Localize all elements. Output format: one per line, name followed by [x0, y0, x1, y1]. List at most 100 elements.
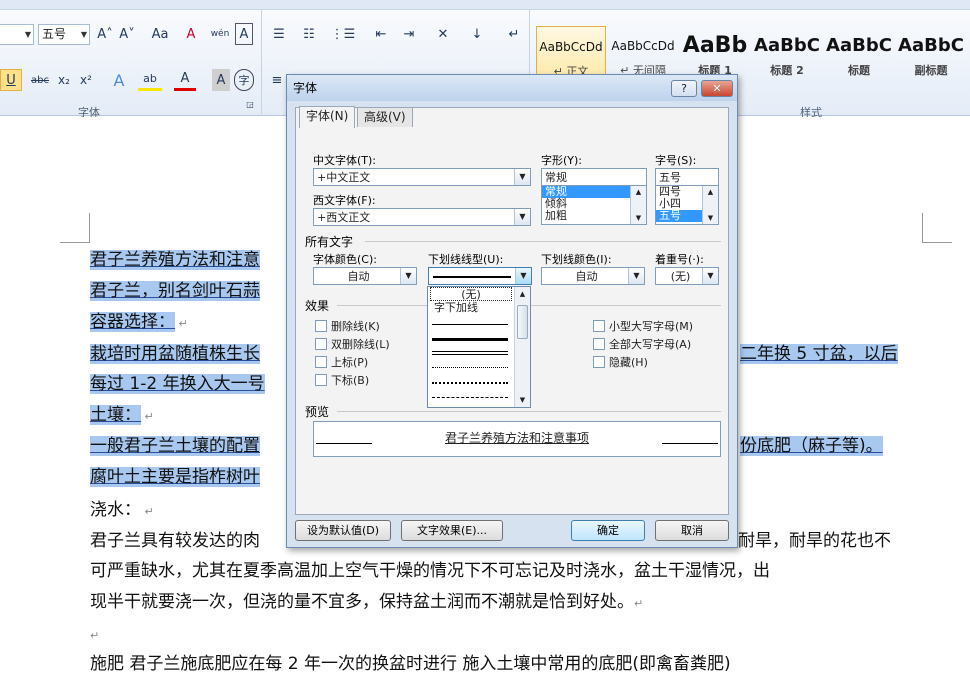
- underline-option-dotted[interactable]: [432, 367, 508, 368]
- underline-option-single[interactable]: [432, 324, 508, 325]
- enclose-char-button[interactable]: 字: [234, 69, 254, 91]
- help-button[interactable]: ?: [671, 80, 697, 97]
- chevron-down-icon[interactable]: ▼: [514, 169, 530, 185]
- chevron-down-icon[interactable]: ▼: [628, 268, 644, 284]
- chevron-down-icon[interactable]: ▼: [515, 268, 531, 284]
- sort-icon[interactable]: ↓: [466, 23, 488, 45]
- scrollbar[interactable]: ▲ ▼: [630, 186, 646, 224]
- scrollbar[interactable]: ▲ ▼: [702, 186, 718, 224]
- text-effect-button[interactable]: A: [108, 69, 130, 91]
- checkbox-label: 隐藏(H): [609, 356, 648, 369]
- increase-indent-icon[interactable]: ⇥: [398, 23, 420, 45]
- char-border-button[interactable]: A: [235, 23, 253, 45]
- font-size-input[interactable]: 五号: [655, 168, 719, 186]
- underline-type-dropdown[interactable]: (无) 字下加线 ▲ ▼: [427, 286, 531, 408]
- highlight-button[interactable]: ab: [138, 69, 162, 91]
- doc-line: 一般君子兰土壤的配置: [90, 436, 260, 456]
- subscript-button[interactable]: x₂: [54, 69, 74, 91]
- underline-option-thick[interactable]: [432, 338, 508, 341]
- doc-line: 栽培时用盆随植株生长: [90, 344, 260, 364]
- preview-text: 君子兰养殖方法和注意事项: [444, 431, 589, 445]
- underline-color-combo[interactable]: 自动 ▼: [541, 267, 645, 285]
- style-title[interactable]: AaBbC 标题: [824, 26, 894, 82]
- show-marks-icon[interactable]: ↵: [504, 23, 524, 45]
- style-subtitle[interactable]: AaBbC 副标题: [896, 26, 966, 82]
- font-size-combo[interactable]: 五号 ▼: [38, 24, 90, 45]
- scroll-down-icon[interactable]: ▼: [515, 393, 530, 407]
- checkbox-box[interactable]: [315, 338, 327, 350]
- double-strikethrough-checkbox[interactable]: 双删除线(L): [315, 336, 390, 352]
- font-group: ▼ 五号 ▼ A˄ A˅ Aa A wén A U abc x₂ x² A ab …: [0, 10, 262, 119]
- underline-option-words[interactable]: 字下加线: [430, 301, 512, 315]
- all-caps-checkbox[interactable]: 全部大写字母(A): [593, 336, 691, 352]
- numbering-icon[interactable]: ☷: [298, 23, 320, 45]
- ok-button[interactable]: 确定: [571, 520, 645, 541]
- style-preview: AaBbCcDd: [539, 40, 603, 54]
- superscript-button[interactable]: x²: [76, 69, 96, 91]
- set-default-button[interactable]: 设为默认值(D): [295, 520, 391, 541]
- multilevel-list-icon[interactable]: ⋮☰: [330, 23, 356, 45]
- chinese-layout-icon[interactable]: ✕: [430, 23, 456, 45]
- margin-corner-mark: [922, 213, 952, 243]
- tab-advanced[interactable]: 高级(V): [357, 107, 413, 127]
- checkbox-box[interactable]: [593, 356, 605, 368]
- font-style-list[interactable]: 常规 倾斜 加粗 ▲ ▼: [541, 185, 647, 225]
- small-caps-checkbox[interactable]: 小型大写字母(M): [593, 318, 693, 334]
- checkbox-box[interactable]: [315, 374, 327, 386]
- margin-corner-mark: [60, 213, 90, 243]
- scrollbar-thumb[interactable]: [517, 305, 528, 339]
- superscript-checkbox[interactable]: 上标(P): [315, 354, 368, 370]
- change-case-button[interactable]: Aa: [146, 23, 174, 45]
- font-color-button[interactable]: A: [174, 69, 196, 91]
- chinese-font-combo[interactable]: +中文正文 ▼: [313, 168, 531, 186]
- checkbox-box[interactable]: [315, 356, 327, 368]
- underline-type-combo[interactable]: ▼: [428, 267, 532, 285]
- clear-format-button[interactable]: A: [180, 23, 202, 45]
- preview-rule-right: [662, 443, 718, 444]
- style-heading-2[interactable]: AaBbC 标题 2: [752, 26, 822, 82]
- scroll-up-icon[interactable]: ▲: [515, 287, 530, 301]
- doc-line: 君子兰具有较发达的肉: [90, 531, 260, 551]
- doc-line-fragment: 份底肥（麻子等)。: [740, 436, 883, 456]
- font-size-list[interactable]: 四号 小四 五号 ▲ ▼: [655, 185, 719, 225]
- underline-option-none[interactable]: (无): [430, 287, 512, 301]
- checkbox-box[interactable]: [315, 320, 327, 332]
- subscript-checkbox[interactable]: 下标(B): [315, 372, 369, 388]
- chevron-down-icon[interactable]: ▼: [702, 268, 718, 284]
- style-preview: AaBbCcDd: [611, 39, 675, 53]
- strikethrough-checkbox[interactable]: 删除线(K): [315, 318, 380, 334]
- shrink-font-button[interactable]: A˅: [116, 23, 138, 45]
- char-shading-button[interactable]: A: [212, 69, 230, 91]
- decrease-indent-icon[interactable]: ⇤: [370, 23, 392, 45]
- list-item[interactable]: 五号: [656, 210, 702, 222]
- style-preview: AaBbC: [826, 35, 892, 56]
- phonetic-guide-button[interactable]: wén: [208, 23, 232, 45]
- font-dialog-launcher-icon[interactable]: ◲: [244, 98, 256, 110]
- chevron-down-icon[interactable]: ▼: [514, 209, 530, 225]
- font-name-combo[interactable]: ▼: [0, 24, 34, 45]
- checkbox-label: 下标(B): [331, 374, 370, 387]
- checkbox-box[interactable]: [593, 338, 605, 350]
- align-left-icon[interactable]: ≡: [266, 69, 288, 91]
- preview-section-label: 预览: [305, 405, 330, 419]
- western-font-combo[interactable]: +西文正文 ▼: [313, 208, 531, 226]
- font-style-input[interactable]: 常规: [541, 168, 647, 186]
- underline-option-double[interactable]: [432, 351, 508, 355]
- bullets-icon[interactable]: ☰: [268, 23, 290, 45]
- underline-option-dashed[interactable]: [432, 397, 508, 398]
- underline-option-thick-dotted[interactable]: [432, 382, 508, 384]
- checkbox-box[interactable]: [593, 320, 605, 332]
- font-color-combo[interactable]: 自动 ▼: [313, 267, 417, 285]
- underline-button[interactable]: U: [0, 69, 22, 91]
- tab-font[interactable]: 字体(N): [299, 106, 356, 128]
- cancel-button[interactable]: 取消: [655, 520, 729, 541]
- grow-font-button[interactable]: A˄: [93, 23, 117, 45]
- hidden-checkbox[interactable]: 隐藏(H): [593, 354, 648, 370]
- scrollbar[interactable]: ▲ ▼: [514, 287, 530, 407]
- chevron-down-icon[interactable]: ▼: [400, 268, 416, 284]
- font-size-label: 字号(S):: [655, 154, 697, 167]
- strikethrough-button[interactable]: abc: [28, 69, 52, 91]
- close-button[interactable]: ✕: [701, 80, 733, 97]
- emphasis-mark-combo[interactable]: (无) ▼: [655, 267, 719, 285]
- text-effects-button[interactable]: 文字效果(E)...: [401, 520, 503, 541]
